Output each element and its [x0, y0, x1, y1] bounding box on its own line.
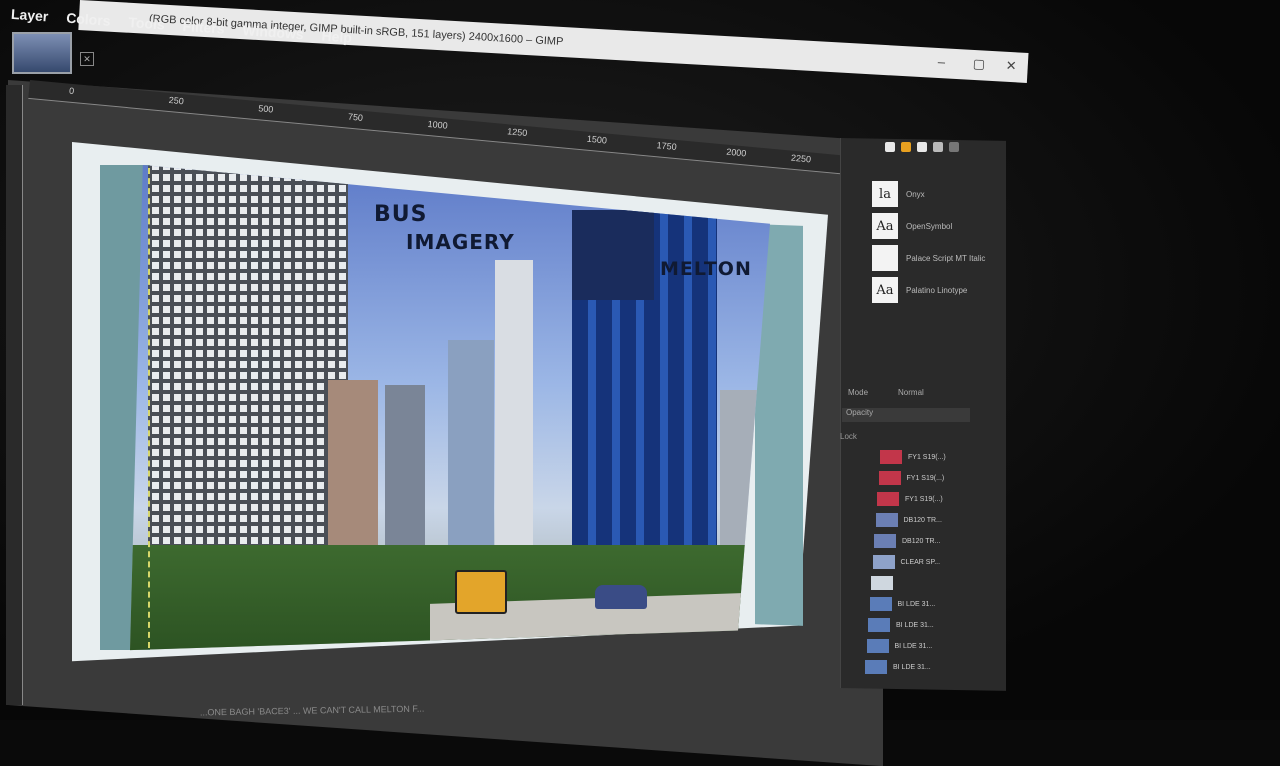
canvas-text-imagery: IMAGERY [406, 230, 515, 254]
layer-row[interactable]: BI LDE 31... [868, 616, 968, 634]
ruler-tick: 1500 [586, 133, 608, 146]
font-name: Palace Script MT Italic [906, 253, 986, 263]
brushes-icon[interactable] [917, 142, 927, 152]
menu-tools[interactable]: Tools [128, 14, 165, 32]
ruler-tick: 750 [347, 111, 364, 123]
opacity-slider[interactable]: Opacity [842, 408, 970, 422]
layer-name: BI LDE 31... [893, 663, 931, 671]
fonts-icon[interactable] [949, 142, 959, 152]
layer-row[interactable]: BI LDE 31... [869, 595, 970, 613]
layer-thumbnail [865, 660, 887, 674]
ruler-tick: 1250 [506, 126, 528, 139]
layer-thumbnail [874, 534, 896, 548]
glass-tower-top [572, 210, 654, 300]
layer-thumbnail [880, 450, 902, 464]
layer-name: FY1 S19(...) [905, 495, 943, 503]
blue-car [595, 585, 647, 609]
layer-name: FY1 S19(...) [908, 453, 946, 461]
font-preview: Aa [872, 213, 898, 239]
layer-thumbnail [866, 639, 889, 653]
mode-select[interactable]: Normal [898, 388, 924, 402]
font-item[interactable]: la Onyx [872, 180, 992, 208]
layer-name: DB120 TR... [903, 516, 942, 524]
font-preview [872, 245, 898, 271]
layer-name: BI LDE 31... [897, 600, 936, 608]
ruler-tick: 500 [257, 103, 274, 115]
ruler-tick: 1750 [656, 140, 678, 152]
layer-name: DB120 TR... [902, 537, 941, 545]
layer-name: FY1 S19(...) [906, 474, 945, 482]
ruler-tick: 1000 [427, 118, 449, 131]
menu-layer[interactable]: Layer [11, 6, 49, 25]
layer-row[interactable]: CLEAR SP... [872, 553, 973, 571]
mode-label: Mode [848, 388, 869, 397]
layer-thumbnail [869, 597, 892, 611]
canvas-text-bus: BUS [374, 202, 428, 227]
layer-row[interactable]: BI LDE 31... [865, 658, 965, 676]
patterns-icon[interactable] [933, 142, 943, 152]
minimize-button[interactable]: – [937, 54, 945, 69]
layer-row[interactable]: DB120 TR... [875, 511, 976, 529]
dock-tab-icons [885, 142, 975, 158]
layer-mode-row[interactable]: Mode Normal [848, 388, 973, 402]
layer-thumbnail [877, 492, 899, 506]
font-name: OpenSymbol [906, 221, 953, 231]
monitor-screen: (RGB color 8-bit gamma integer, GIMP bui… [0, 0, 1280, 766]
opacity-label: Opacity [846, 408, 874, 417]
close-icon[interactable]: ✕ [80, 52, 94, 66]
selection-marquee [148, 168, 150, 648]
layer-thumbnail [875, 513, 898, 527]
layer-thumbnail [871, 576, 893, 590]
layer-name: BI LDE 31... [894, 642, 933, 650]
font-name: Palatino Linotype [906, 285, 968, 295]
layer-row[interactable]: BI LDE 31... [866, 637, 967, 655]
layer-row[interactable]: DB120 TR... [874, 532, 974, 550]
image-tab-thumbnail[interactable] [12, 32, 72, 74]
font-item[interactable]: Aa Palatino Linotype [872, 276, 992, 304]
layer-row[interactable]: FY1 S19(...) [877, 490, 977, 508]
menu-colors[interactable]: Colors [66, 10, 111, 29]
ruler-tick: 2250 [790, 152, 812, 165]
tall-white-tower [495, 260, 533, 590]
layer-name: BI LDE 31... [896, 621, 934, 629]
ruler-tick: 250 [168, 94, 185, 107]
layer-row[interactable]: FY1 S19(...) [880, 448, 980, 466]
layer-row[interactable]: FY1 S19(...) [878, 469, 979, 487]
close-button[interactable]: ✕ [1005, 58, 1017, 75]
layer-name: CLEAR SP... [900, 558, 941, 566]
layer-thumbnail [872, 555, 895, 569]
font-item[interactable]: Aa OpenSymbol [872, 212, 992, 240]
font-preview: la [872, 181, 898, 207]
layer-thumbnail [868, 618, 890, 632]
font-name: Onyx [906, 189, 925, 199]
menu-filters[interactable]: Filters [182, 18, 225, 37]
layer-row[interactable] [871, 574, 971, 592]
font-item[interactable]: Palace Script MT Italic [872, 244, 992, 272]
maximize-button[interactable]: ▢ [972, 56, 985, 73]
palette-icon[interactable] [901, 142, 911, 152]
vertical-ruler[interactable] [6, 85, 23, 705]
lock-label: Lock [840, 432, 857, 441]
menu-help[interactable]: Help [321, 28, 352, 46]
lock-row: Lock [840, 432, 950, 444]
menu-windows[interactable]: Windows [242, 22, 304, 42]
ruler-tick: 2000 [725, 146, 747, 159]
yellow-bus [455, 570, 507, 614]
layer-thumbnail [878, 471, 901, 485]
ruler-tick: 0 [68, 85, 75, 97]
foreground-color-icon[interactable] [885, 142, 895, 152]
font-preview: Aa [872, 277, 898, 303]
canvas-text-melton: MELTON [660, 258, 752, 280]
